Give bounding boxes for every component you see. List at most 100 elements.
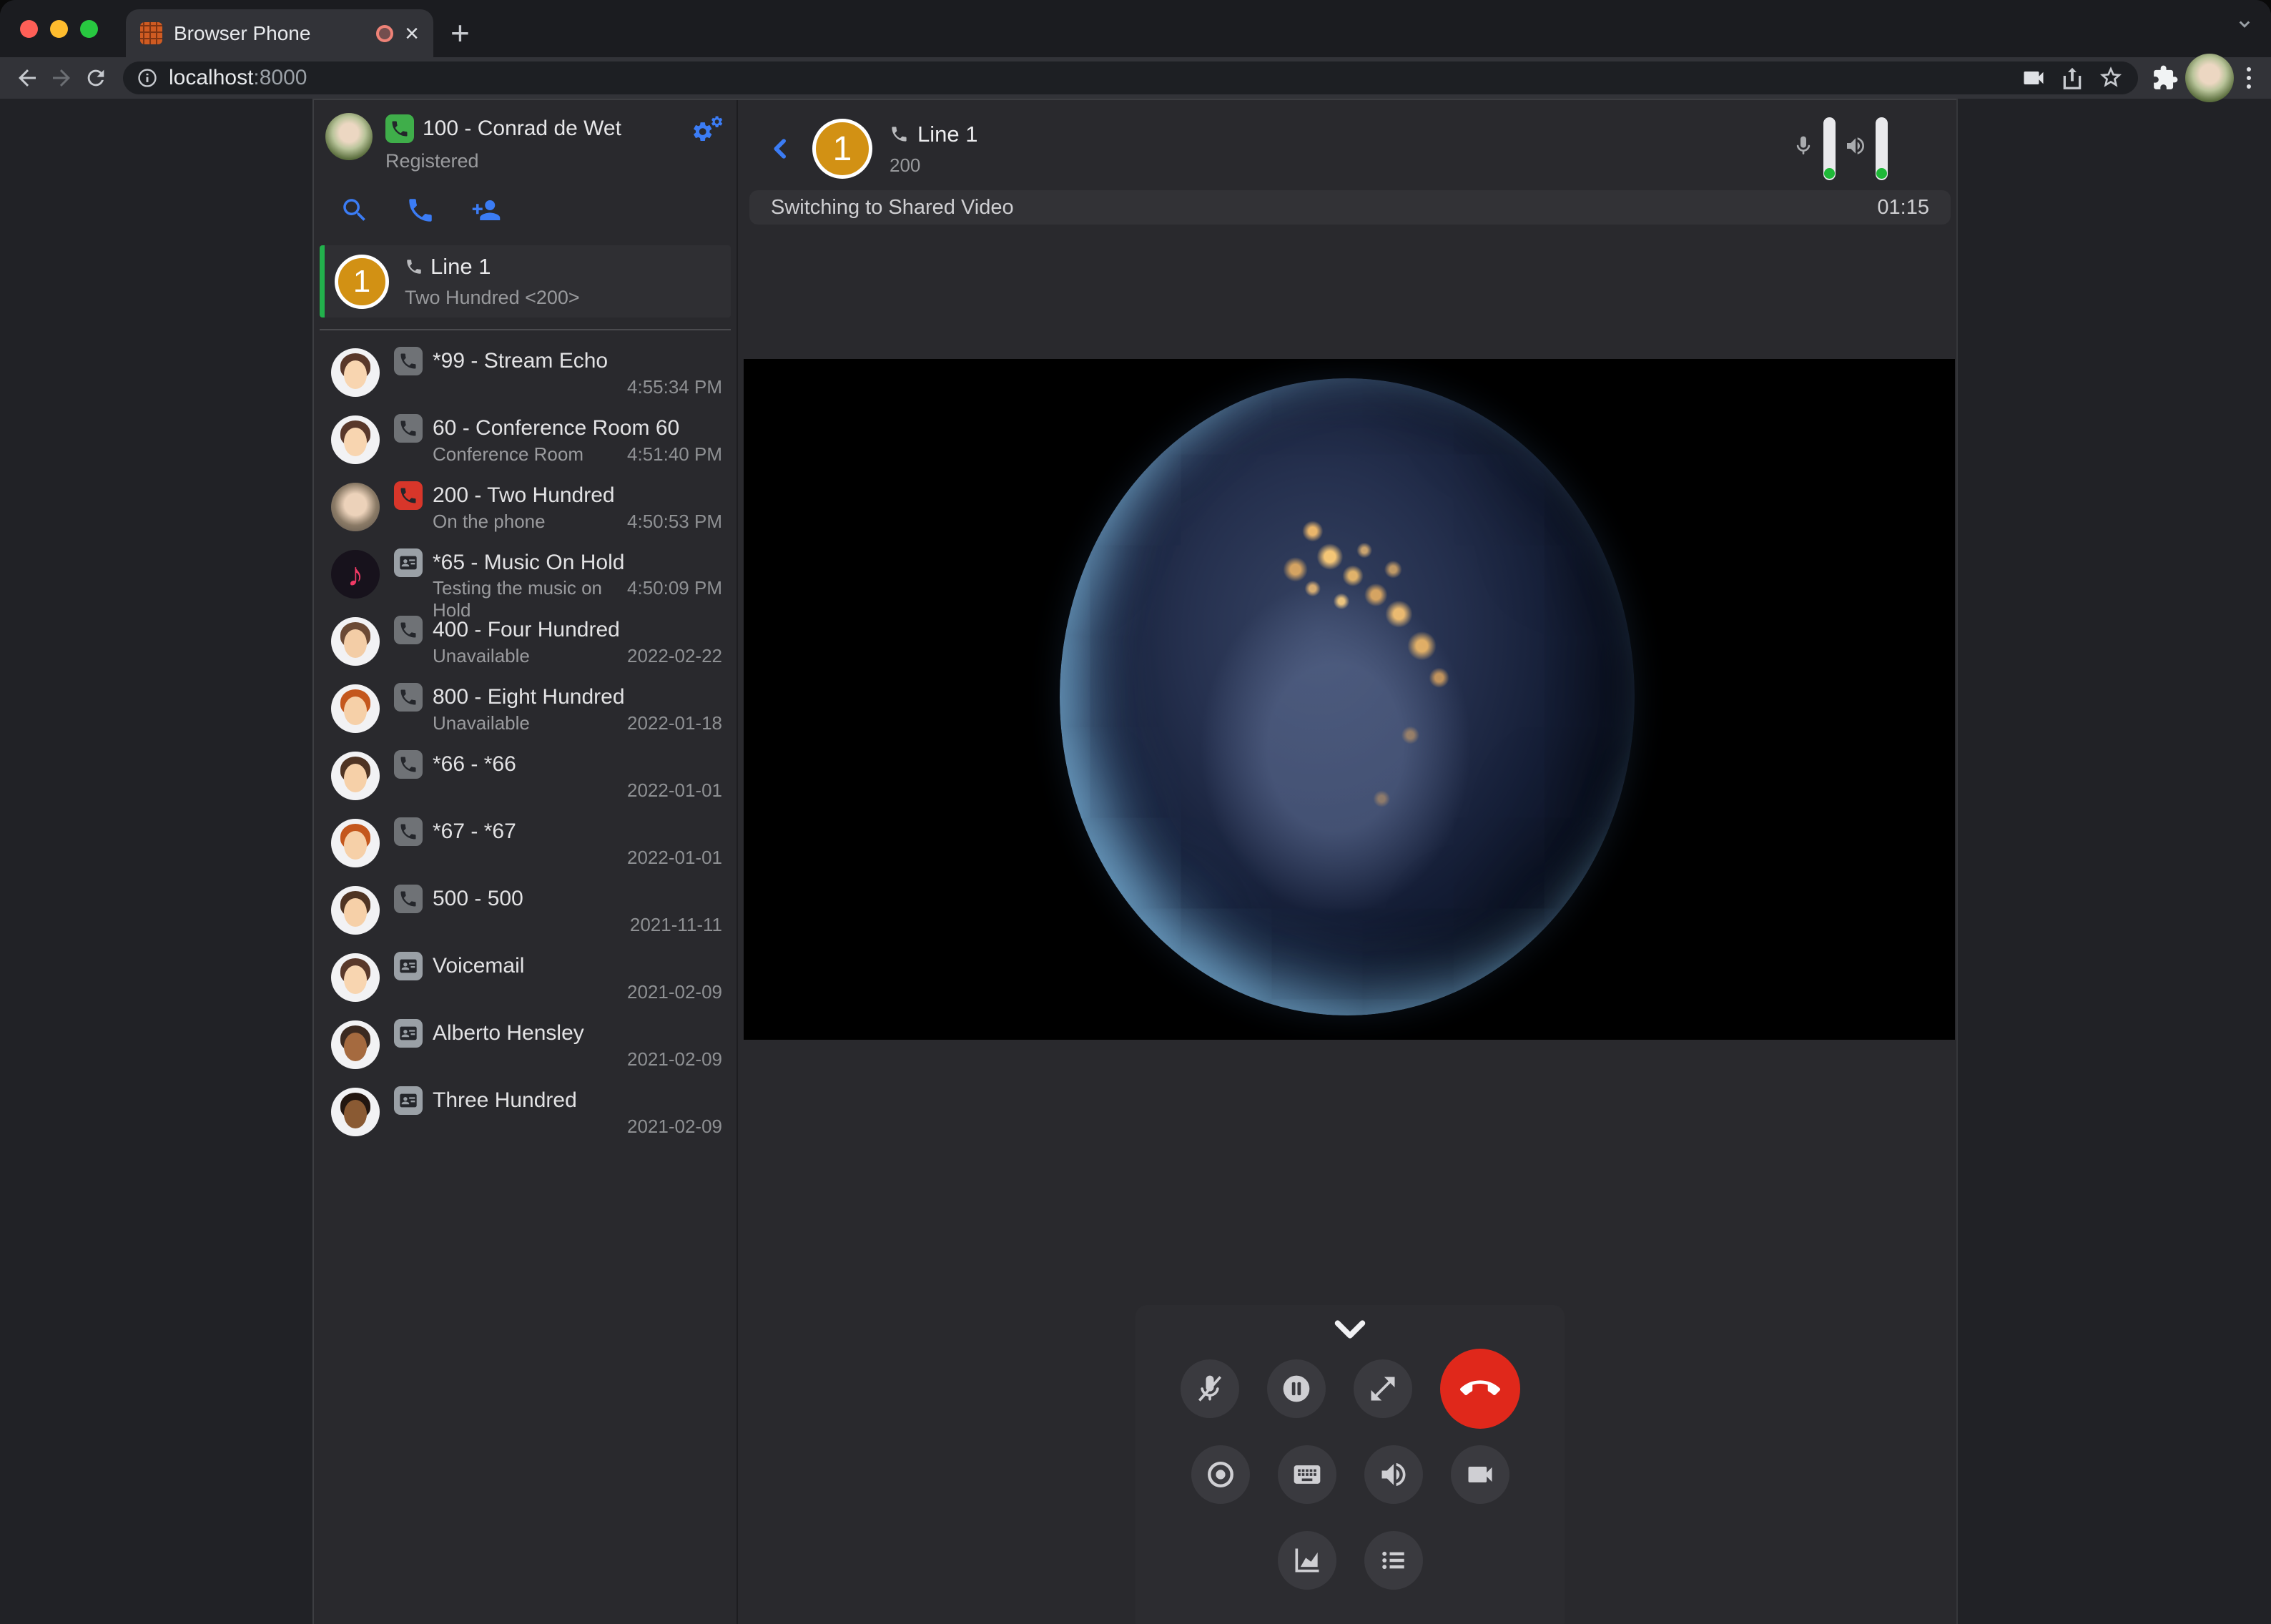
- list-item[interactable]: *67 - *67 2022-01-01: [314, 809, 737, 877]
- contact-time: 2022-01-18: [627, 712, 722, 734]
- contact-title: 400 - Four Hundred: [433, 618, 620, 642]
- zoom-window-button[interactable]: [80, 20, 98, 38]
- settings-gears-icon[interactable]: [691, 116, 725, 147]
- avatar: [331, 348, 380, 397]
- audio-output-button[interactable]: [1364, 1445, 1423, 1504]
- window-chevron-icon[interactable]: [2234, 13, 2255, 34]
- minimize-window-button[interactable]: [50, 20, 68, 38]
- divider: [320, 329, 731, 330]
- list-item[interactable]: ♪ *65 - Music On Hold Testing the music …: [314, 541, 737, 608]
- contact-badge-icon: [394, 750, 423, 779]
- avatar: [331, 483, 380, 531]
- area-chart-icon: [1291, 1545, 1323, 1576]
- window-controls[interactable]: [20, 20, 98, 38]
- contact-time: 2021-02-09: [627, 1048, 722, 1071]
- avatar: [331, 617, 380, 666]
- remote-video[interactable]: [744, 359, 1955, 1040]
- contact-title: *67 - *67: [433, 820, 516, 844]
- contact-title: 800 - Eight Hundred: [433, 685, 625, 709]
- avatar: [325, 113, 373, 160]
- speaker-level-icon: [1844, 134, 1867, 157]
- contact-badge-icon: [394, 817, 423, 846]
- contact-time: 2022-01-01: [627, 847, 722, 869]
- browser-profile-avatar[interactable]: [2185, 54, 2234, 102]
- list-item[interactable]: Alberto Hensley 2021-02-09: [314, 1011, 737, 1078]
- contact-subtitle: Conference Room: [433, 443, 627, 466]
- contact-badge-icon: [394, 414, 423, 443]
- tab-title: Browser Phone: [174, 22, 365, 45]
- list-item[interactable]: Voicemail 2021-02-09: [314, 944, 737, 1011]
- list-item[interactable]: Three Hundred 2021-02-09: [314, 1078, 737, 1146]
- contact-badge-icon: [394, 616, 423, 644]
- site-info-icon[interactable]: [136, 67, 159, 89]
- search-icon[interactable]: [340, 195, 370, 225]
- contact-title: *99 - Stream Echo: [433, 349, 608, 373]
- back-button[interactable]: [13, 64, 41, 92]
- mute-button[interactable]: [1181, 1359, 1239, 1418]
- list-item[interactable]: 500 - 500 2021-11-11: [314, 877, 737, 944]
- call-panel: 1 Line 1 200: [738, 100, 1956, 1624]
- tab-favicon: [140, 22, 162, 44]
- list-item[interactable]: 200 - Two Hundred On the phone 4:50:53 P…: [314, 473, 737, 541]
- list-item[interactable]: *66 - *66 2022-01-01: [314, 742, 737, 809]
- contact-time: 4:51:40 PM: [627, 443, 722, 466]
- collapse-controls-chevron-icon[interactable]: [1136, 1318, 1565, 1341]
- contact-title: *65 - Music On Hold: [433, 551, 624, 575]
- url-text[interactable]: localhost:8000: [169, 66, 2009, 90]
- add-contact-icon[interactable]: [471, 195, 501, 225]
- camera-permission-icon[interactable]: [2019, 64, 2048, 92]
- contact-badge-icon: [394, 347, 423, 375]
- browser-menu-icon[interactable]: [2240, 67, 2258, 89]
- contact-time: 2021-02-09: [627, 1116, 722, 1138]
- end-call-button[interactable]: [1440, 1349, 1520, 1429]
- forward-button[interactable]: [47, 64, 76, 92]
- close-window-button[interactable]: [20, 20, 38, 38]
- line-number-badge: 1: [335, 255, 389, 309]
- call-stats-button[interactable]: [1278, 1531, 1336, 1590]
- hold-button[interactable]: [1267, 1359, 1326, 1418]
- profile-name: 100 - Conrad de Wet: [423, 117, 621, 141]
- new-tab-button[interactable]: +: [450, 19, 470, 47]
- registration-status: Registered: [385, 150, 678, 172]
- contact-title: Alberto Hensley: [433, 1021, 584, 1045]
- avatar: [331, 819, 380, 867]
- reload-button[interactable]: [82, 64, 110, 92]
- sidebar: 100 - Conrad de Wet Registered: [314, 100, 738, 1624]
- record-button[interactable]: [1191, 1445, 1250, 1504]
- expand-video-button[interactable]: [1354, 1359, 1412, 1418]
- list-item[interactable]: 60 - Conference Room 60 Conference Room …: [314, 406, 737, 473]
- sidebar-actions: [314, 177, 737, 241]
- record-icon: [1205, 1459, 1236, 1490]
- contact-time: 4:50:53 PM: [627, 511, 722, 533]
- browser-phone-app: 100 - Conrad de Wet Registered: [312, 99, 1956, 1624]
- contact-list: *99 - Stream Echo 4:55:34 PM 60 - Confer…: [314, 339, 737, 1146]
- mic-muted-icon: [1194, 1373, 1226, 1404]
- mic-level-meter: [1823, 117, 1836, 180]
- call-controls-panel: [1136, 1305, 1565, 1624]
- list-item[interactable]: *99 - Stream Echo 4:55:34 PM: [314, 339, 737, 406]
- extensions-puzzle-icon[interactable]: [2151, 64, 2179, 92]
- bullet-list-icon: [1378, 1545, 1409, 1576]
- bookmark-star-icon[interactable]: [2097, 64, 2125, 92]
- contact-badge-icon: [394, 683, 423, 712]
- tab-close-icon[interactable]: ×: [405, 23, 419, 44]
- line-title: Line 1: [430, 254, 491, 280]
- tab-strip: Browser Phone × +: [0, 0, 2271, 57]
- back-chevron-icon[interactable]: [767, 134, 795, 163]
- avatar: [331, 1088, 380, 1136]
- share-icon[interactable]: [2058, 64, 2087, 92]
- address-bar[interactable]: localhost:8000: [123, 61, 2138, 94]
- dial-phone-icon[interactable]: [405, 195, 435, 225]
- contact-title: Three Hundred: [433, 1088, 577, 1113]
- avatar: [331, 1020, 380, 1069]
- video-toggle-button[interactable]: [1451, 1445, 1509, 1504]
- call-options-button[interactable]: [1364, 1531, 1423, 1590]
- tab-recording-indicator-icon: [376, 25, 393, 42]
- sidebar-line-1[interactable]: 1 Line 1 Two Hundred <200>: [320, 245, 731, 318]
- contact-subtitle: Unavailable: [433, 712, 627, 734]
- contact-badge-icon: [394, 481, 423, 510]
- keypad-button[interactable]: [1278, 1445, 1336, 1504]
- tab-browser-phone[interactable]: Browser Phone ×: [126, 9, 433, 57]
- list-item[interactable]: 400 - Four Hundred Unavailable 2022-02-2…: [314, 608, 737, 675]
- list-item[interactable]: 800 - Eight Hundred Unavailable 2022-01-…: [314, 675, 737, 742]
